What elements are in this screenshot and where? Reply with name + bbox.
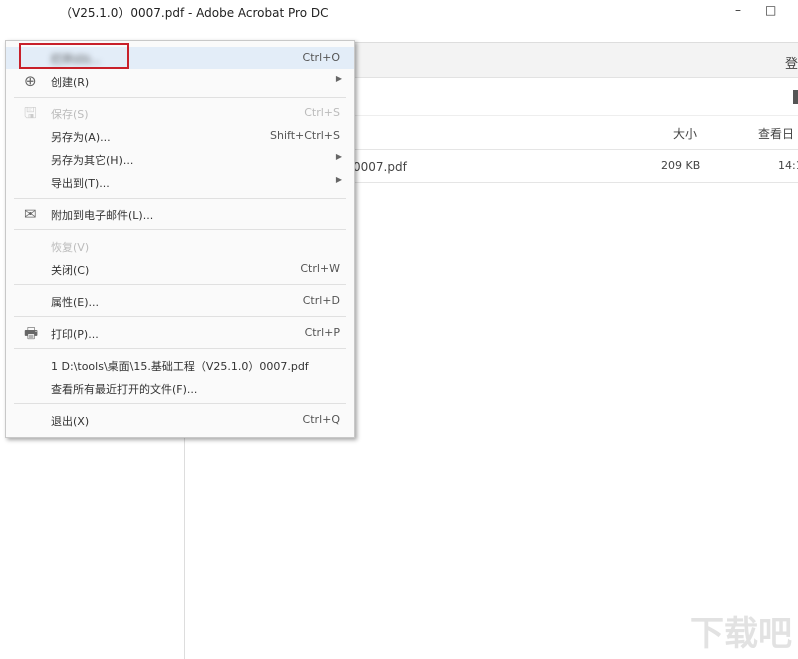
menu-properties-label: 属性(E)... <box>51 296 100 309</box>
menu-export-label: 导出到(T)... <box>51 177 110 190</box>
menu-exit-label: 退出(X) <box>51 415 90 428</box>
menu-export[interactable]: 导出到(T)... ▶ <box>6 171 354 193</box>
menu-bar <box>0 22 798 42</box>
menu-exit-shortcut: Ctrl+Q <box>302 413 340 426</box>
menu-saveas-label: 另存为(A)... <box>51 131 111 144</box>
save-icon: 🖫 <box>24 104 37 122</box>
menu-email[interactable]: ✉ 附加到电子邮件(L)... <box>6 203 354 225</box>
menu-recent-file-label: 1 D:\tools\桌面\15.基础工程（V25.1.0）0007.pdf <box>51 360 309 373</box>
file-size: 209 KB <box>661 159 701 172</box>
submenu-arrow-icon: ▶ <box>335 152 342 161</box>
menu-create[interactable]: ⊕ 创建(R) ▶ <box>6 70 354 92</box>
view-toggle-icon[interactable] <box>793 90 798 104</box>
menu-revert-label: 恢复(V) <box>51 241 90 254</box>
title-bar: （V25.1.0）0007.pdf - Adobe Acrobat Pro DC… <box>0 0 798 22</box>
submenu-arrow-icon: ▶ <box>335 74 342 83</box>
menu-close-label: 关闭(C) <box>51 264 90 277</box>
menu-save[interactable]: 🖫 保存(S) Ctrl+S <box>6 102 354 124</box>
file-name: 0007.pdf <box>353 160 407 174</box>
submenu-arrow-icon: ▶ <box>335 175 342 184</box>
menu-revert[interactable]: 恢复(V) <box>6 235 354 257</box>
menu-saveas-shortcut: Shift+Ctrl+S <box>270 129 340 142</box>
separator <box>14 403 346 404</box>
highlight-box <box>19 43 129 69</box>
minimize-button[interactable]: – <box>735 3 741 17</box>
menu-save-shortcut: Ctrl+S <box>304 106 340 119</box>
menu-close[interactable]: 关闭(C) Ctrl+W <box>6 258 354 280</box>
menu-view-all-recent-label: 查看所有最近打开的文件(F)... <box>51 383 198 396</box>
separator <box>14 316 346 317</box>
menu-print-shortcut: Ctrl+P <box>304 326 340 339</box>
menu-email-label: 附加到电子邮件(L)... <box>51 209 154 222</box>
menu-saveother[interactable]: 另存为其它(H)... ▶ <box>6 148 354 170</box>
menu-save-label: 保存(S) <box>51 108 89 121</box>
separator <box>14 198 346 199</box>
menu-print[interactable]: 🖶 打印(P)... Ctrl+P <box>6 322 354 344</box>
printer-icon: 🖶 <box>24 324 39 342</box>
menu-open-shortcut: Ctrl+O <box>302 51 340 64</box>
menu-recent-file[interactable]: 1 D:\tools\桌面\15.基础工程（V25.1.0）0007.pdf <box>6 354 354 376</box>
menu-view-all-recent[interactable]: 查看所有最近打开的文件(F)... <box>6 377 354 399</box>
menu-saveother-label: 另存为其它(H)... <box>51 154 134 167</box>
separator <box>14 229 346 230</box>
menu-exit[interactable]: 退出(X) Ctrl+Q <box>6 409 354 431</box>
menu-properties[interactable]: 属性(E)... Ctrl+D <box>6 290 354 312</box>
separator <box>14 348 346 349</box>
create-icon: ⊕ <box>24 72 37 90</box>
menu-saveas[interactable]: 另存为(A)... Shift+Ctrl+S <box>6 125 354 147</box>
separator <box>14 97 346 98</box>
envelope-icon: ✉ <box>24 205 37 223</box>
menu-properties-shortcut: Ctrl+D <box>302 294 340 307</box>
menu-close-shortcut: Ctrl+W <box>300 262 340 275</box>
file-menu: 打开(O)... Ctrl+O ⊕ 创建(R) ▶ 🖫 保存(S) Ctrl+S… <box>5 40 355 438</box>
maximize-button[interactable]: □ <box>765 3 776 17</box>
menu-print-label: 打印(P)... <box>51 328 99 341</box>
separator <box>14 284 346 285</box>
menu-create-label: 创建(R) <box>51 76 90 89</box>
column-viewed[interactable]: 查看日 <box>758 125 794 142</box>
login-link[interactable]: 登 <box>785 53 798 72</box>
file-time: 14:1 <box>778 159 798 172</box>
window-title: （V25.1.0）0007.pdf - Adobe Acrobat Pro DC <box>60 6 329 20</box>
column-size[interactable]: 大小 <box>673 125 697 142</box>
watermark: 下载吧 <box>690 614 792 654</box>
